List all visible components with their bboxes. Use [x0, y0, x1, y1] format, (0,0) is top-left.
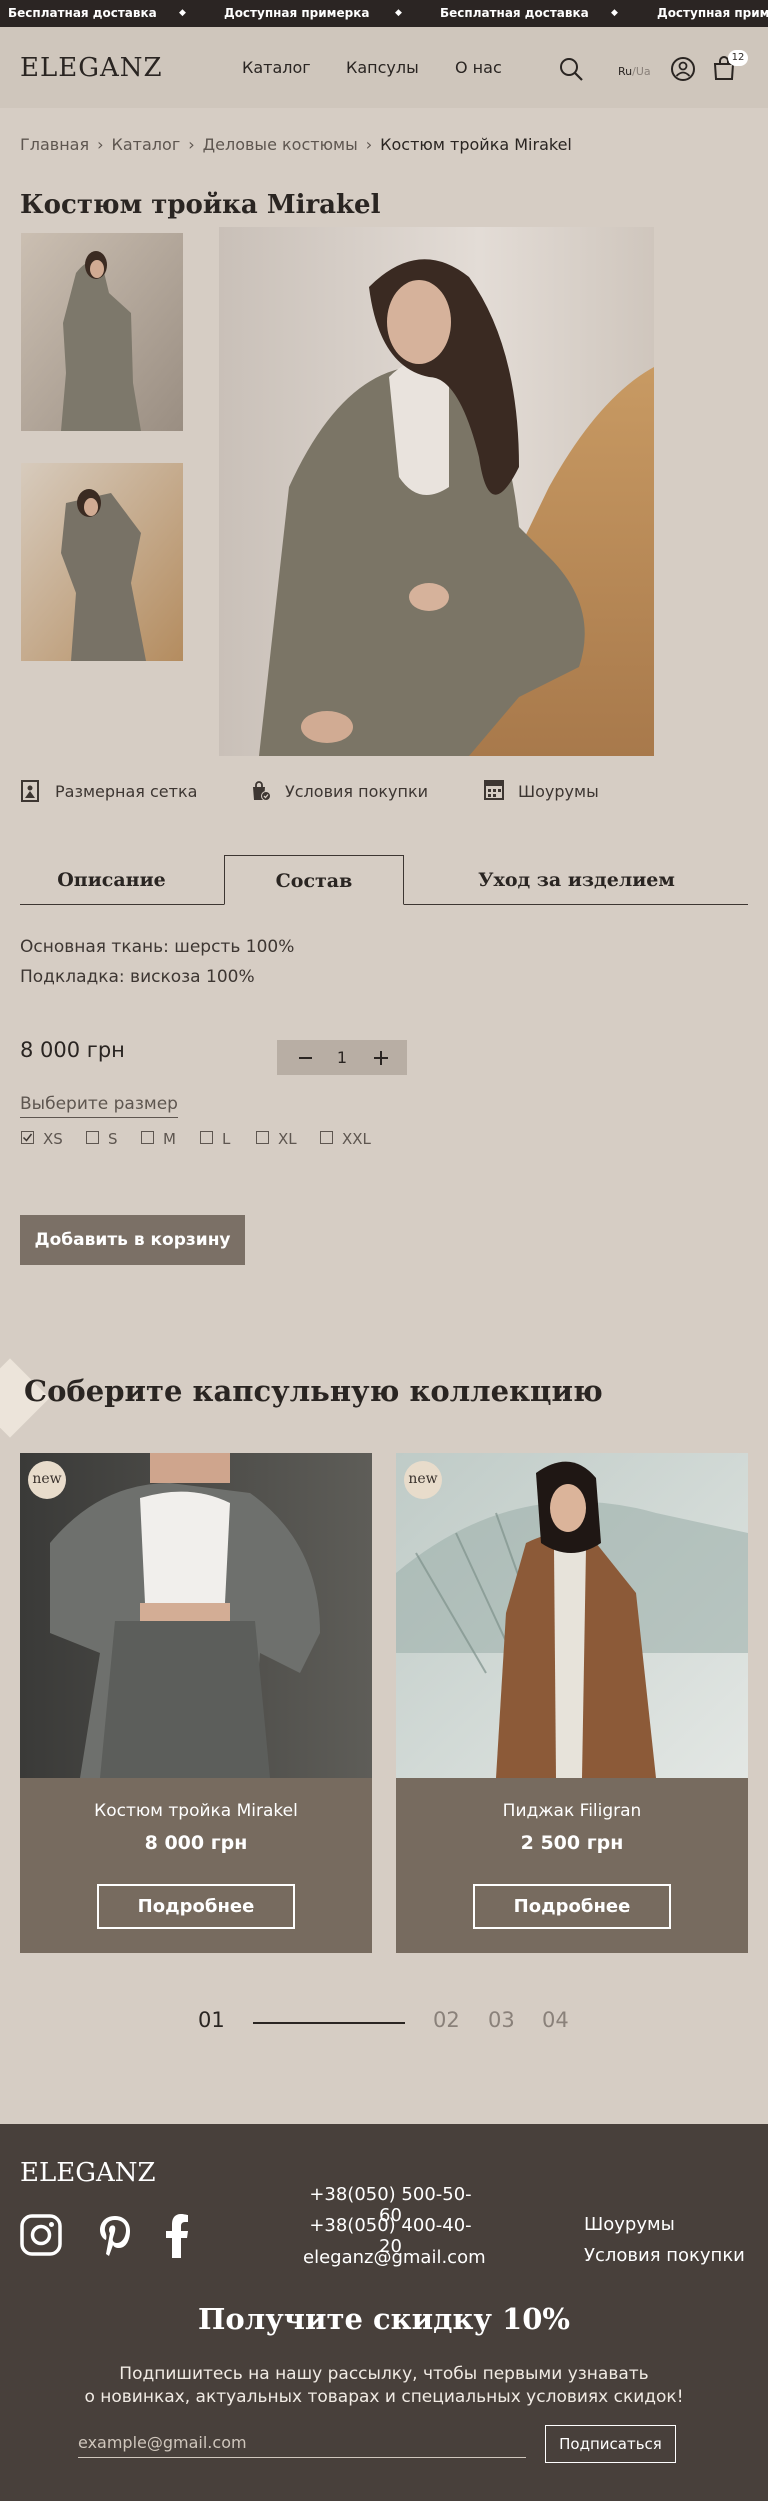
purchase-terms-label: Условия покупки [285, 782, 429, 801]
size-select-label: Выберите размер [20, 1094, 178, 1118]
footer-logo[interactable]: ELEGANZ [20, 2158, 156, 2188]
checkbox[interactable] [256, 1131, 269, 1144]
showrooms-label: Шоурумы [518, 782, 599, 801]
breadcrumb-category[interactable]: Деловые костюмы [203, 135, 358, 154]
product-card-name: Костюм тройка Mirakel [94, 1801, 298, 1821]
diamond-icon: ◆ [179, 8, 186, 18]
diamond-icon: ◆ [395, 8, 402, 18]
new-badge: new [28, 1461, 66, 1499]
checkbox[interactable] [86, 1131, 99, 1144]
checkbox[interactable] [320, 1131, 333, 1144]
footer-showrooms-link[interactable]: Шоурумы [584, 2214, 675, 2235]
logo[interactable]: ELEGANZ [20, 53, 163, 83]
details-button[interactable]: Подробнее [97, 1884, 295, 1929]
gallery-thumbnail[interactable] [21, 463, 183, 661]
product-card[interactable]: new Пиджак Filigran 2 500 грн Подробнее [396, 1453, 748, 1953]
store-icon [484, 780, 504, 804]
diamond-icon: ◆ [611, 8, 618, 18]
subscribe-button[interactable]: Подписаться [545, 2425, 676, 2463]
checkbox[interactable] [200, 1131, 213, 1144]
composition-text: Основная ткань: шерсть 100% Подкладка: в… [20, 932, 294, 992]
pager-page-2[interactable]: 02 [433, 2008, 460, 2032]
product-price: 8 000 грн [20, 1038, 125, 1062]
ticker-item: Доступная примерка [224, 6, 370, 20]
pinterest-icon[interactable] [98, 2214, 132, 2262]
size-option-label: L [222, 1130, 231, 1148]
size-option-label: M [163, 1130, 176, 1148]
pager-page-1[interactable]: 01 [198, 2008, 225, 2032]
checkbox-checked[interactable] [21, 1131, 34, 1144]
product-card-price: 8 000 грн [144, 1832, 248, 1854]
product-photo-card-1 [20, 1453, 372, 1778]
tab-description[interactable]: Описание [20, 855, 203, 905]
cart-count-badge: 12 [728, 50, 748, 66]
breadcrumb: Главная › Каталог › Деловые костюмы › Костюм т… [20, 134, 572, 154]
breadcrumb-home[interactable]: Главная [20, 135, 89, 154]
lang-ua[interactable]: Ua [636, 65, 651, 78]
composition-main-fabric: Основная ткань: шерсть 100% [20, 937, 295, 957]
pager-page-3[interactable]: 03 [488, 2008, 515, 2032]
shopping-bag-check-icon [251, 780, 271, 806]
product-photo-main [219, 227, 654, 756]
ticker-item: Бесплатная доставка [440, 6, 589, 20]
chevron-right-icon: › [365, 135, 373, 154]
gallery-thumbnail[interactable] [21, 233, 183, 431]
footer-purchase-terms-link[interactable]: Условия покупки [584, 2245, 745, 2266]
tab-composition[interactable]: Состав [224, 855, 404, 905]
checkbox[interactable] [141, 1131, 154, 1144]
nav-catalog[interactable]: Каталог [242, 58, 311, 77]
chevron-right-icon: › [188, 135, 195, 154]
user-icon[interactable] [670, 56, 696, 86]
product-photo-card-2 [396, 1453, 748, 1778]
product-card[interactable]: new Костюм тройка Mirakel 8 000 грн Подр… [20, 1453, 372, 1953]
promo-ticker: Бесплатная доставка ◆ Доступная примерка… [0, 0, 768, 27]
site-footer: ELEGANZ +38(050) 500-50-60 +38(050) 400-… [0, 2124, 768, 2501]
nav-capsules[interactable]: Капсулы [346, 58, 419, 77]
details-button[interactable]: Подробнее [473, 1884, 671, 1929]
pager-progress-line [253, 2022, 405, 2024]
language-switch[interactable]: Ru/Ua [618, 65, 651, 78]
tab-care[interactable]: Уход за изделием [405, 855, 748, 905]
main-product-image[interactable] [219, 227, 654, 756]
product-card-image[interactable]: new [20, 1453, 372, 1778]
pager-page-4[interactable]: 04 [542, 2008, 569, 2032]
ticker-item: Доступная приме [657, 6, 768, 20]
lang-ru[interactable]: Ru [618, 65, 632, 78]
size-option-label: S [108, 1130, 118, 1148]
composition-lining: Подкладка: вискоза 100% [20, 967, 255, 987]
minus-icon[interactable] [285, 1040, 325, 1075]
capsule-section-title: Соберите капсульную коллекцию [24, 1374, 603, 1408]
size-chart-label: Размерная сетка [55, 782, 198, 801]
product-card-price: 2 500 грн [520, 1832, 624, 1854]
product-photo-thumb-2 [21, 463, 183, 661]
product-card-image[interactable]: new [396, 1453, 748, 1778]
chevron-right-icon: › [97, 135, 104, 154]
nav-about[interactable]: О нас [455, 58, 502, 77]
search-icon[interactable] [558, 56, 584, 86]
page-title: Костюм тройка Mirakel [20, 190, 381, 220]
footer-email[interactable]: eleganz@gmail.com [303, 2247, 486, 2268]
facebook-icon[interactable] [166, 2214, 190, 2262]
size-chart-icon [21, 780, 39, 806]
size-option-label: XL [278, 1130, 297, 1148]
promo-text-line-2: о новинках, актуальных товарах и специал… [84, 2387, 684, 2407]
product-photo-thumb-1 [21, 233, 183, 431]
instagram-icon[interactable] [20, 2214, 62, 2260]
newsletter-email-input[interactable] [78, 2428, 526, 2458]
add-to-cart-button[interactable]: Добавить в корзину [20, 1215, 245, 1265]
ticker-item: Бесплатная доставка [8, 6, 157, 20]
promo-text-line-1: Подпишитесь на нашу рассылку, чтобы перв… [119, 2364, 649, 2384]
new-badge: new [404, 1461, 442, 1499]
site-header: ELEGANZ Каталог Капсулы О нас Ru/Ua 12 [0, 27, 768, 108]
quantity-value: 1 [336, 1048, 348, 1067]
quantity-stepper: 1 [277, 1040, 407, 1075]
breadcrumb-current: Костюм тройка Mirakel [380, 135, 572, 154]
promo-title: Получите скидку 10% [198, 2302, 570, 2336]
size-option-label: XS [43, 1130, 63, 1148]
breadcrumb-catalog[interactable]: Каталог [112, 135, 181, 154]
size-option-label: XXL [342, 1130, 371, 1148]
product-card-name: Пиджак Filigran [502, 1801, 642, 1821]
plus-icon[interactable] [361, 1040, 401, 1075]
